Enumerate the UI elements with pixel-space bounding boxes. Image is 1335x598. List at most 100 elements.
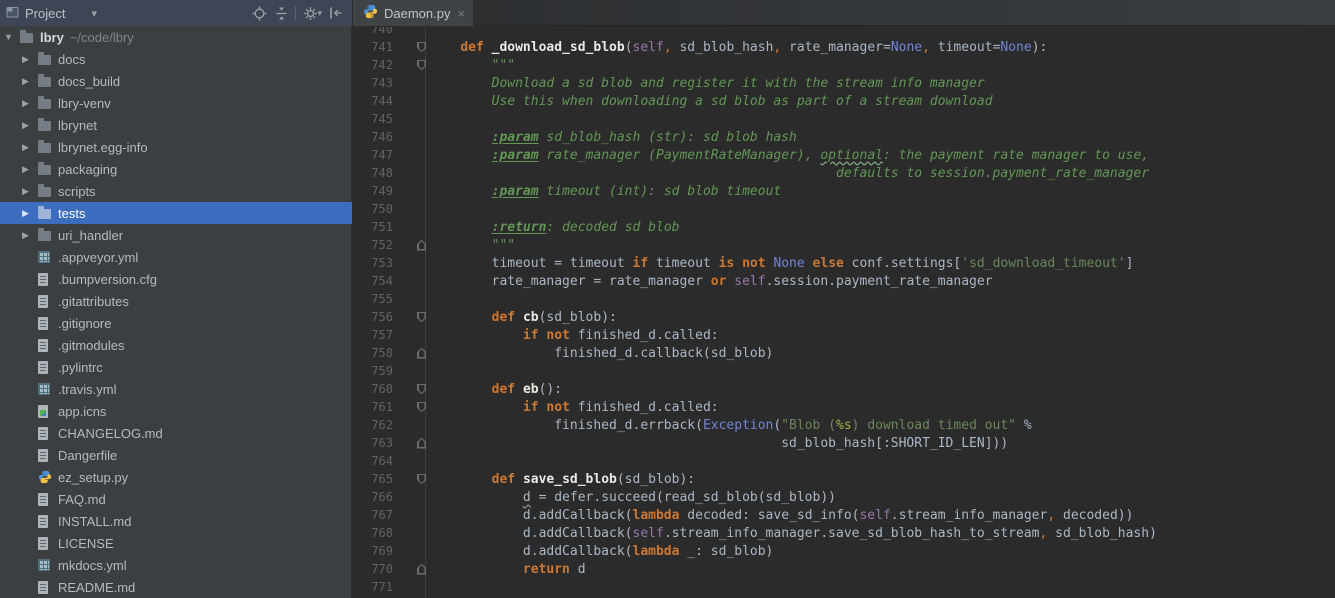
tree-item-label: lbrynet: [58, 118, 97, 133]
line-number: 749: [353, 184, 393, 198]
tree-item-faq-md[interactable]: FAQ.md: [0, 488, 352, 510]
gutter-fold-column: [393, 60, 429, 71]
code-line-767: 767 d.addCallback(lambda decoded: save_s…: [353, 506, 1335, 524]
expand-arrow-icon[interactable]: ▶: [22, 186, 38, 197]
line-number: 771: [353, 580, 393, 594]
fold-collapse-icon[interactable]: [417, 60, 426, 71]
code-line-761: 761 if not finished_d.called:: [353, 398, 1335, 416]
expand-arrow-icon[interactable]: ▶: [22, 208, 38, 219]
tree-item-lbrynet[interactable]: ▶ lbrynet: [0, 114, 352, 136]
code-text: defaults to session.payment_rate_manager: [429, 166, 1149, 181]
line-number: 744: [353, 94, 393, 108]
tab-daemon-py[interactable]: Daemon.py ×: [353, 0, 474, 26]
locate-target-icon[interactable]: [248, 3, 270, 23]
project-panel-header: Project ▾ ▾: [0, 0, 352, 26]
file-text-icon: [38, 537, 56, 550]
close-tab-icon[interactable]: ×: [457, 7, 465, 20]
tree-item-label: packaging: [58, 162, 117, 177]
tree-item--appveyor-yml[interactable]: .appveyor.yml: [0, 246, 352, 268]
code-line-752: 752 """: [353, 236, 1335, 254]
tree-item-label: mkdocs.yml: [58, 558, 127, 573]
tree-item-mkdocs-yml[interactable]: mkdocs.yml: [0, 554, 352, 576]
code-viewport[interactable]: 740 741 def _download_sd_blob(self, sd_bl…: [353, 27, 1335, 598]
expand-arrow-icon[interactable]: ▶: [22, 230, 38, 241]
fold-expand-icon[interactable]: [417, 564, 426, 575]
code-line-741: 741 def _download_sd_blob(self, sd_blob_…: [353, 38, 1335, 56]
folder-icon: [20, 31, 38, 43]
fold-collapse-icon[interactable]: [417, 384, 426, 395]
code-line-749: 749 :param timeout (int): sd blob timeou…: [353, 182, 1335, 200]
code-line-750: 750: [353, 200, 1335, 218]
chevron-down-icon[interactable]: ▾: [317, 8, 322, 19]
code-line-762: 762 finished_d.errback(Exception("Blob (…: [353, 416, 1335, 434]
file-text-icon: [38, 273, 56, 286]
code-text: def _download_sd_blob(self, sd_blob_hash…: [429, 40, 1047, 55]
code-text: if not finished_d.called:: [429, 400, 719, 415]
tree-item-label: .bumpversion.cfg: [58, 272, 157, 287]
tree-item-install-md[interactable]: INSTALL.md: [0, 510, 352, 532]
line-number: 756: [353, 310, 393, 324]
hide-panel-icon[interactable]: [324, 3, 346, 23]
collapse-arrow-icon[interactable]: ▼: [4, 32, 20, 42]
fold-collapse-icon[interactable]: [417, 402, 426, 413]
tree-item-label: .gitattributes: [58, 294, 129, 309]
tree-item-app-icns[interactable]: app.icns: [0, 400, 352, 422]
tree-item-ez-setup-py[interactable]: ez_setup.py: [0, 466, 352, 488]
code-line-744: 744 Use this when downloading a sd blob …: [353, 92, 1335, 110]
tree-item-license[interactable]: LICENSE: [0, 532, 352, 554]
line-number: 750: [353, 202, 393, 216]
code-line-742: 742 """: [353, 56, 1335, 74]
gutter-fold-column: [393, 402, 429, 413]
code-text: rate_manager = rate_manager or self.sess…: [429, 274, 993, 289]
code-line-740: 740: [353, 27, 1335, 38]
tree-item-changelog-md[interactable]: CHANGELOG.md: [0, 422, 352, 444]
tree-item-readme-md[interactable]: README.md: [0, 576, 352, 598]
tree-item--bumpversion-cfg[interactable]: .bumpversion.cfg: [0, 268, 352, 290]
expand-arrow-icon[interactable]: ▶: [22, 98, 38, 109]
gutter-fold-column: [393, 240, 429, 251]
tree-item--gitignore[interactable]: .gitignore: [0, 312, 352, 334]
line-number: 764: [353, 454, 393, 468]
folder-icon: [38, 141, 56, 153]
tree-item-uri-handler[interactable]: ▶uri_handler: [0, 224, 352, 246]
line-number: 751: [353, 220, 393, 234]
fold-expand-icon[interactable]: [417, 438, 426, 449]
tree-item-scripts[interactable]: ▶scripts: [0, 180, 352, 202]
file-text-icon: [38, 317, 56, 330]
tree-item-lbry[interactable]: ▼lbry~/code/lbry: [0, 26, 352, 48]
tree-item-label: Dangerfile: [58, 448, 117, 463]
chevron-down-icon[interactable]: ▾: [91, 7, 97, 20]
tree-item-lbrynet-egg-info[interactable]: ▶lbrynet.egg-info: [0, 136, 352, 158]
tree-item--gitattributes[interactable]: .gitattributes: [0, 290, 352, 312]
collapse-all-icon[interactable]: [270, 3, 292, 23]
fold-collapse-icon[interactable]: [417, 42, 426, 53]
tree-item-docs-build[interactable]: ▶docs_build: [0, 70, 352, 92]
tree-item-packaging[interactable]: ▶ packaging: [0, 158, 352, 180]
fold-collapse-icon[interactable]: [417, 312, 426, 323]
expand-arrow-icon[interactable]: ▶: [22, 164, 38, 175]
tree-item-dangerfile[interactable]: Dangerfile: [0, 444, 352, 466]
tree-item-lbry-venv[interactable]: ▶lbry-venv: [0, 92, 352, 114]
expand-arrow-icon[interactable]: ▶: [22, 142, 38, 153]
folder-icon: [38, 229, 56, 241]
line-number: 769: [353, 544, 393, 558]
fold-expand-icon[interactable]: [417, 240, 426, 251]
code-text: d.addCallback(lambda decoded: save_sd_in…: [429, 508, 1133, 523]
tree-item--travis-yml[interactable]: .travis.yml: [0, 378, 352, 400]
tree-item-docs[interactable]: ▶docs: [0, 48, 352, 70]
tree-item-label: README.md: [58, 580, 135, 595]
line-number: 741: [353, 40, 393, 54]
tree-item--gitmodules[interactable]: .gitmodules: [0, 334, 352, 356]
file-text-icon: [38, 339, 56, 352]
code-text: """: [429, 238, 515, 253]
code-text: """: [429, 58, 515, 73]
tree-item-tests[interactable]: ▶tests: [0, 202, 352, 224]
expand-arrow-icon[interactable]: ▶: [22, 76, 38, 87]
expand-arrow-icon[interactable]: ▶: [22, 54, 38, 65]
tree-item--pylintrc[interactable]: .pylintrc: [0, 356, 352, 378]
line-number: 740: [353, 27, 393, 36]
fold-collapse-icon[interactable]: [417, 474, 426, 485]
fold-expand-icon[interactable]: [417, 348, 426, 359]
expand-arrow-icon[interactable]: ▶: [22, 120, 38, 131]
line-number: 747: [353, 148, 393, 162]
